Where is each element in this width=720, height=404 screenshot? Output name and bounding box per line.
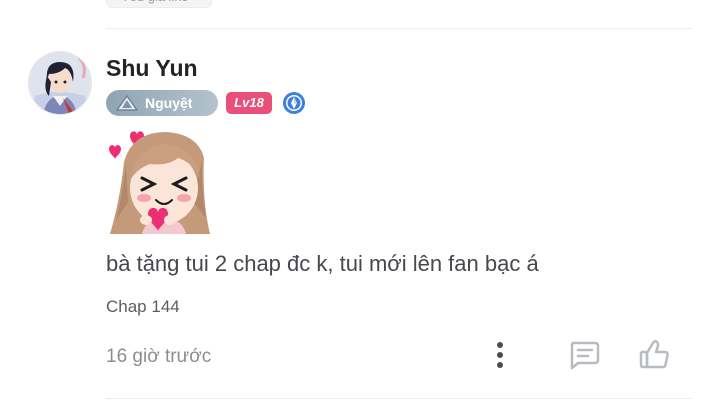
username[interactable]: Shu Yun <box>106 55 198 82</box>
rank-badge: Nguyệt <box>106 90 218 116</box>
comment-text: bà tặng tui 2 chap đc k, tui mới lên fan… <box>106 251 539 276</box>
thumbs-up-icon[interactable] <box>638 338 670 370</box>
like-chip[interactable]: Yêu gia like <box>106 0 212 8</box>
triangle-rank-icon <box>116 95 138 111</box>
anime-avatar-icon <box>29 52 91 114</box>
level-badge: Lv18 <box>226 92 272 114</box>
comment-timestamp: 16 giờ trước <box>106 346 212 367</box>
anime-girl-hearts-sticker <box>109 131 210 234</box>
bottom-divider <box>106 398 692 399</box>
reply-icon[interactable] <box>568 340 600 370</box>
more-vertical-icon[interactable] <box>490 341 510 369</box>
top-divider <box>106 28 692 29</box>
chapter-link[interactable]: Chap 144 <box>106 297 180 317</box>
verified-icon <box>283 92 305 114</box>
rank-label: Nguyệt <box>145 95 193 111</box>
user-avatar[interactable] <box>28 51 92 115</box>
